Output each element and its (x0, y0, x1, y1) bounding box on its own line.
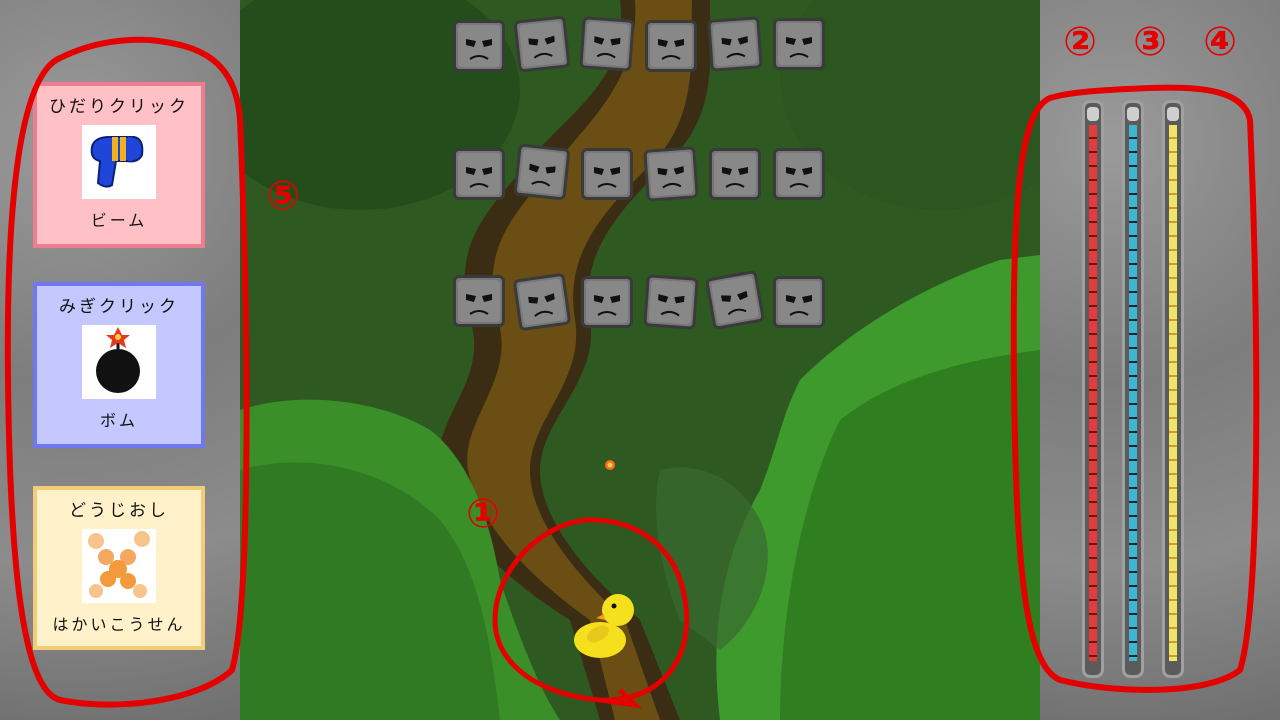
health-gauge (1082, 100, 1104, 678)
enemy-block (453, 148, 505, 200)
right-click-title: みぎクリック (59, 297, 179, 317)
both-click-title: どうじおし (69, 501, 169, 521)
enemy-block (581, 148, 633, 200)
player-marker: ① (466, 491, 500, 537)
enemy-block (453, 20, 505, 72)
charge-gauge (1122, 100, 1144, 678)
right-click-weapon: ボム (99, 411, 138, 430)
controls-panel: ひだりクリック ビーム みぎクリック ボム どうじおし はかいこうせん (0, 0, 240, 720)
enemy-block (704, 269, 766, 331)
enemy-block (773, 18, 825, 70)
enemy-block (453, 275, 505, 327)
both-click-weapon: はかいこうせん (52, 615, 186, 634)
enemy-block (643, 146, 699, 202)
gauge-cap (1167, 107, 1179, 121)
heart-icon (1089, 125, 1097, 661)
health-marker: ② (1063, 19, 1097, 65)
beam-gun-icon (82, 125, 156, 199)
star-icon (1169, 125, 1177, 661)
special-gauge (1162, 100, 1184, 678)
destruction-beam-icon (82, 529, 156, 603)
gauge-cap (1087, 107, 1099, 121)
special-marker: ④ (1203, 19, 1237, 65)
enemy-block (773, 148, 825, 200)
controls-marker: ⑤ (266, 173, 300, 219)
bomb-icon (82, 325, 156, 399)
enemy-block (512, 272, 572, 332)
left-click-title: ひだりクリック (49, 97, 189, 117)
both-click-card: どうじおし はかいこうせん (33, 486, 205, 650)
enemy-block (645, 20, 697, 72)
enemy-block (707, 16, 763, 72)
enemy-block (709, 148, 761, 200)
enemy-block (579, 16, 635, 72)
left-click-card: ひだりクリック ビーム (33, 82, 205, 248)
enemy-block (513, 143, 571, 201)
yellow-duck-icon (572, 588, 642, 660)
enemy-block (581, 276, 633, 328)
status-panel (1040, 0, 1280, 720)
game-field[interactable] (240, 0, 1040, 720)
enemy-block (773, 276, 825, 328)
enemy-block (643, 274, 699, 330)
charge-marker: ③ (1133, 19, 1167, 65)
left-click-weapon: ビーム (90, 211, 148, 230)
right-click-card: みぎクリック ボム (33, 282, 205, 448)
charge-segment-icon (1129, 125, 1137, 661)
enemy-block (513, 15, 571, 73)
gauge-cap (1127, 107, 1139, 121)
